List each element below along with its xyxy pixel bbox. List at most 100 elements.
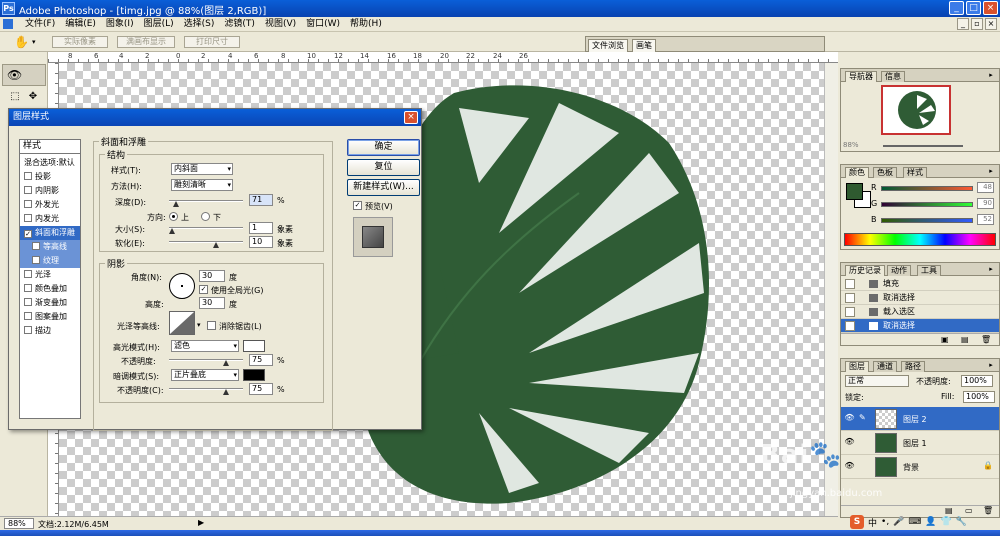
- doc-close-icon[interactable]: ×: [985, 18, 997, 30]
- doc-minimize-icon[interactable]: _: [957, 18, 969, 30]
- style-item-gradient-overlay[interactable]: 渐变叠加: [20, 296, 80, 310]
- styles-header[interactable]: 样式: [20, 140, 80, 154]
- tab-file-browser[interactable]: 文件浏览: [588, 39, 628, 52]
- navigator-zoom-value[interactable]: 88%: [843, 141, 859, 149]
- keyboard-icon[interactable]: ⌨: [908, 517, 921, 527]
- style-item-inner-shadow[interactable]: 内阴影: [20, 184, 80, 198]
- style-item-outer-glow[interactable]: 外发光: [20, 198, 80, 212]
- style-item-contour[interactable]: 等高线: [20, 240, 80, 254]
- depth-slider-thumb[interactable]: [173, 201, 179, 207]
- direction-down-radio[interactable]: [201, 212, 210, 221]
- menu-help[interactable]: 帮助(H): [345, 18, 387, 31]
- visibility-eye-icon[interactable]: 👁: [844, 413, 855, 424]
- style-item-blending-options[interactable]: 混合选项:默认: [20, 156, 80, 170]
- contour-dropdown-icon[interactable]: ▾: [197, 321, 201, 329]
- sogou-icon[interactable]: S: [850, 515, 864, 529]
- size-slider-thumb[interactable]: [169, 228, 175, 234]
- layer-row[interactable]: 👁 图层 1: [841, 431, 999, 455]
- style-checkbox[interactable]: [24, 326, 32, 334]
- menu-filter[interactable]: 滤镜(T): [219, 18, 260, 31]
- style-item-bevel-emboss[interactable]: ✓ 斜面和浮雕: [20, 226, 80, 240]
- gloss-contour-picker[interactable]: [169, 311, 195, 335]
- ok-button[interactable]: 确定: [347, 139, 420, 156]
- tab-layers[interactable]: 图层: [845, 361, 869, 372]
- bevel-style-select[interactable]: 内斜面: [171, 163, 233, 175]
- new-style-button[interactable]: 新建样式(W)...: [347, 179, 420, 196]
- move-tool-icon[interactable]: ✥: [26, 90, 40, 104]
- zoom-field[interactable]: 88%: [4, 518, 34, 529]
- altitude-field[interactable]: 30: [199, 297, 225, 309]
- menu-edit[interactable]: 编辑(E): [60, 18, 101, 31]
- layer-row-selected[interactable]: 👁 ✎ 图层 2: [841, 407, 999, 431]
- style-item-stroke[interactable]: 描边: [20, 324, 80, 338]
- history-source-checkbox[interactable]: [845, 307, 855, 317]
- toolbox-header[interactable]: 👁: [2, 64, 46, 86]
- reset-button[interactable]: 复位: [347, 159, 420, 176]
- menu-file[interactable]: 文件(F): [20, 18, 60, 31]
- soften-slider[interactable]: [169, 241, 243, 243]
- preview-checkbox[interactable]: ✓: [353, 201, 362, 210]
- menu-layer[interactable]: 图层(L): [139, 18, 179, 31]
- layer-row[interactable]: 👁 背景 🔒: [841, 455, 999, 479]
- style-checkbox[interactable]: [24, 186, 32, 194]
- new-document-icon[interactable]: ▤: [961, 335, 969, 344]
- dialog-close-button[interactable]: ×: [404, 111, 418, 124]
- history-item-selected[interactable]: 取消选择: [841, 319, 999, 333]
- trash-icon[interactable]: 🗑: [981, 335, 991, 344]
- angle-field[interactable]: 30: [199, 270, 225, 282]
- tab-color[interactable]: 颜色: [845, 167, 869, 178]
- style-checkbox[interactable]: [32, 256, 40, 264]
- g-value-field[interactable]: 90: [977, 198, 994, 209]
- doc-restore-icon[interactable]: ▫: [971, 18, 983, 30]
- maximize-button[interactable]: □: [966, 1, 981, 15]
- menu-view[interactable]: 视图(V): [260, 18, 301, 31]
- history-item[interactable]: 取消选择: [841, 291, 999, 305]
- style-checkbox[interactable]: [24, 284, 32, 292]
- antialiased-checkbox[interactable]: [207, 321, 216, 330]
- panel-menu-icon[interactable]: ▸: [986, 265, 996, 274]
- history-item[interactable]: 载入选区: [841, 305, 999, 319]
- style-item-pattern-overlay[interactable]: 图案叠加: [20, 310, 80, 324]
- style-checkbox[interactable]: [24, 214, 32, 222]
- brush-link-icon[interactable]: ✎: [859, 413, 870, 424]
- highlight-opacity-field[interactable]: 75: [249, 354, 273, 366]
- style-checkbox[interactable]: [24, 298, 32, 306]
- b-value-field[interactable]: 52: [977, 214, 994, 225]
- tab-styles[interactable]: 样式: [903, 167, 927, 178]
- highlight-mode-select[interactable]: 滤色: [171, 340, 239, 352]
- visibility-eye-icon[interactable]: 👁: [844, 437, 855, 448]
- highlight-color-swatch[interactable]: [243, 340, 265, 352]
- mic-icon[interactable]: 🎤: [893, 517, 904, 527]
- opacity-field[interactable]: 100%: [961, 375, 993, 387]
- style-checkbox[interactable]: [24, 312, 32, 320]
- g-slider[interactable]: [881, 202, 973, 207]
- visibility-eye-icon[interactable]: 👁: [844, 461, 855, 472]
- tab-history[interactable]: 历史记录: [845, 265, 885, 276]
- size-field[interactable]: 1: [249, 222, 273, 234]
- close-button[interactable]: ×: [983, 1, 998, 15]
- menu-select[interactable]: 选择(S): [179, 18, 220, 31]
- direction-up-radio[interactable]: [169, 212, 178, 221]
- fit-on-screen-button[interactable]: 满画布显示: [117, 36, 175, 48]
- style-checkbox[interactable]: [32, 242, 40, 250]
- b-slider[interactable]: [881, 218, 973, 223]
- r-value-field[interactable]: 48: [977, 182, 994, 193]
- tool-preset-chevron-icon[interactable]: ▾: [32, 38, 36, 46]
- style-checkbox-checked[interactable]: ✓: [24, 230, 32, 238]
- history-source-checkbox[interactable]: [845, 321, 855, 331]
- tab-actions[interactable]: 动作: [887, 265, 911, 276]
- style-item-drop-shadow[interactable]: 投影: [20, 170, 80, 184]
- style-item-satin[interactable]: 光泽: [20, 268, 80, 282]
- tab-channels[interactable]: 通道: [873, 361, 897, 372]
- shadow-opacity-thumb[interactable]: [223, 389, 229, 395]
- style-checkbox[interactable]: [24, 200, 32, 208]
- navigator-thumbnail[interactable]: [881, 85, 951, 135]
- actual-pixels-button[interactable]: 实际像素: [52, 36, 108, 48]
- size-slider[interactable]: [169, 227, 243, 229]
- wrench-icon[interactable]: 🔧: [956, 517, 967, 527]
- status-menu-arrow-icon[interactable]: ▶: [198, 518, 204, 527]
- blend-mode-select[interactable]: 正常: [845, 375, 909, 387]
- shadow-opacity-field[interactable]: 75: [249, 383, 273, 395]
- depth-field[interactable]: 71: [249, 194, 273, 206]
- minimize-button[interactable]: _: [949, 1, 964, 15]
